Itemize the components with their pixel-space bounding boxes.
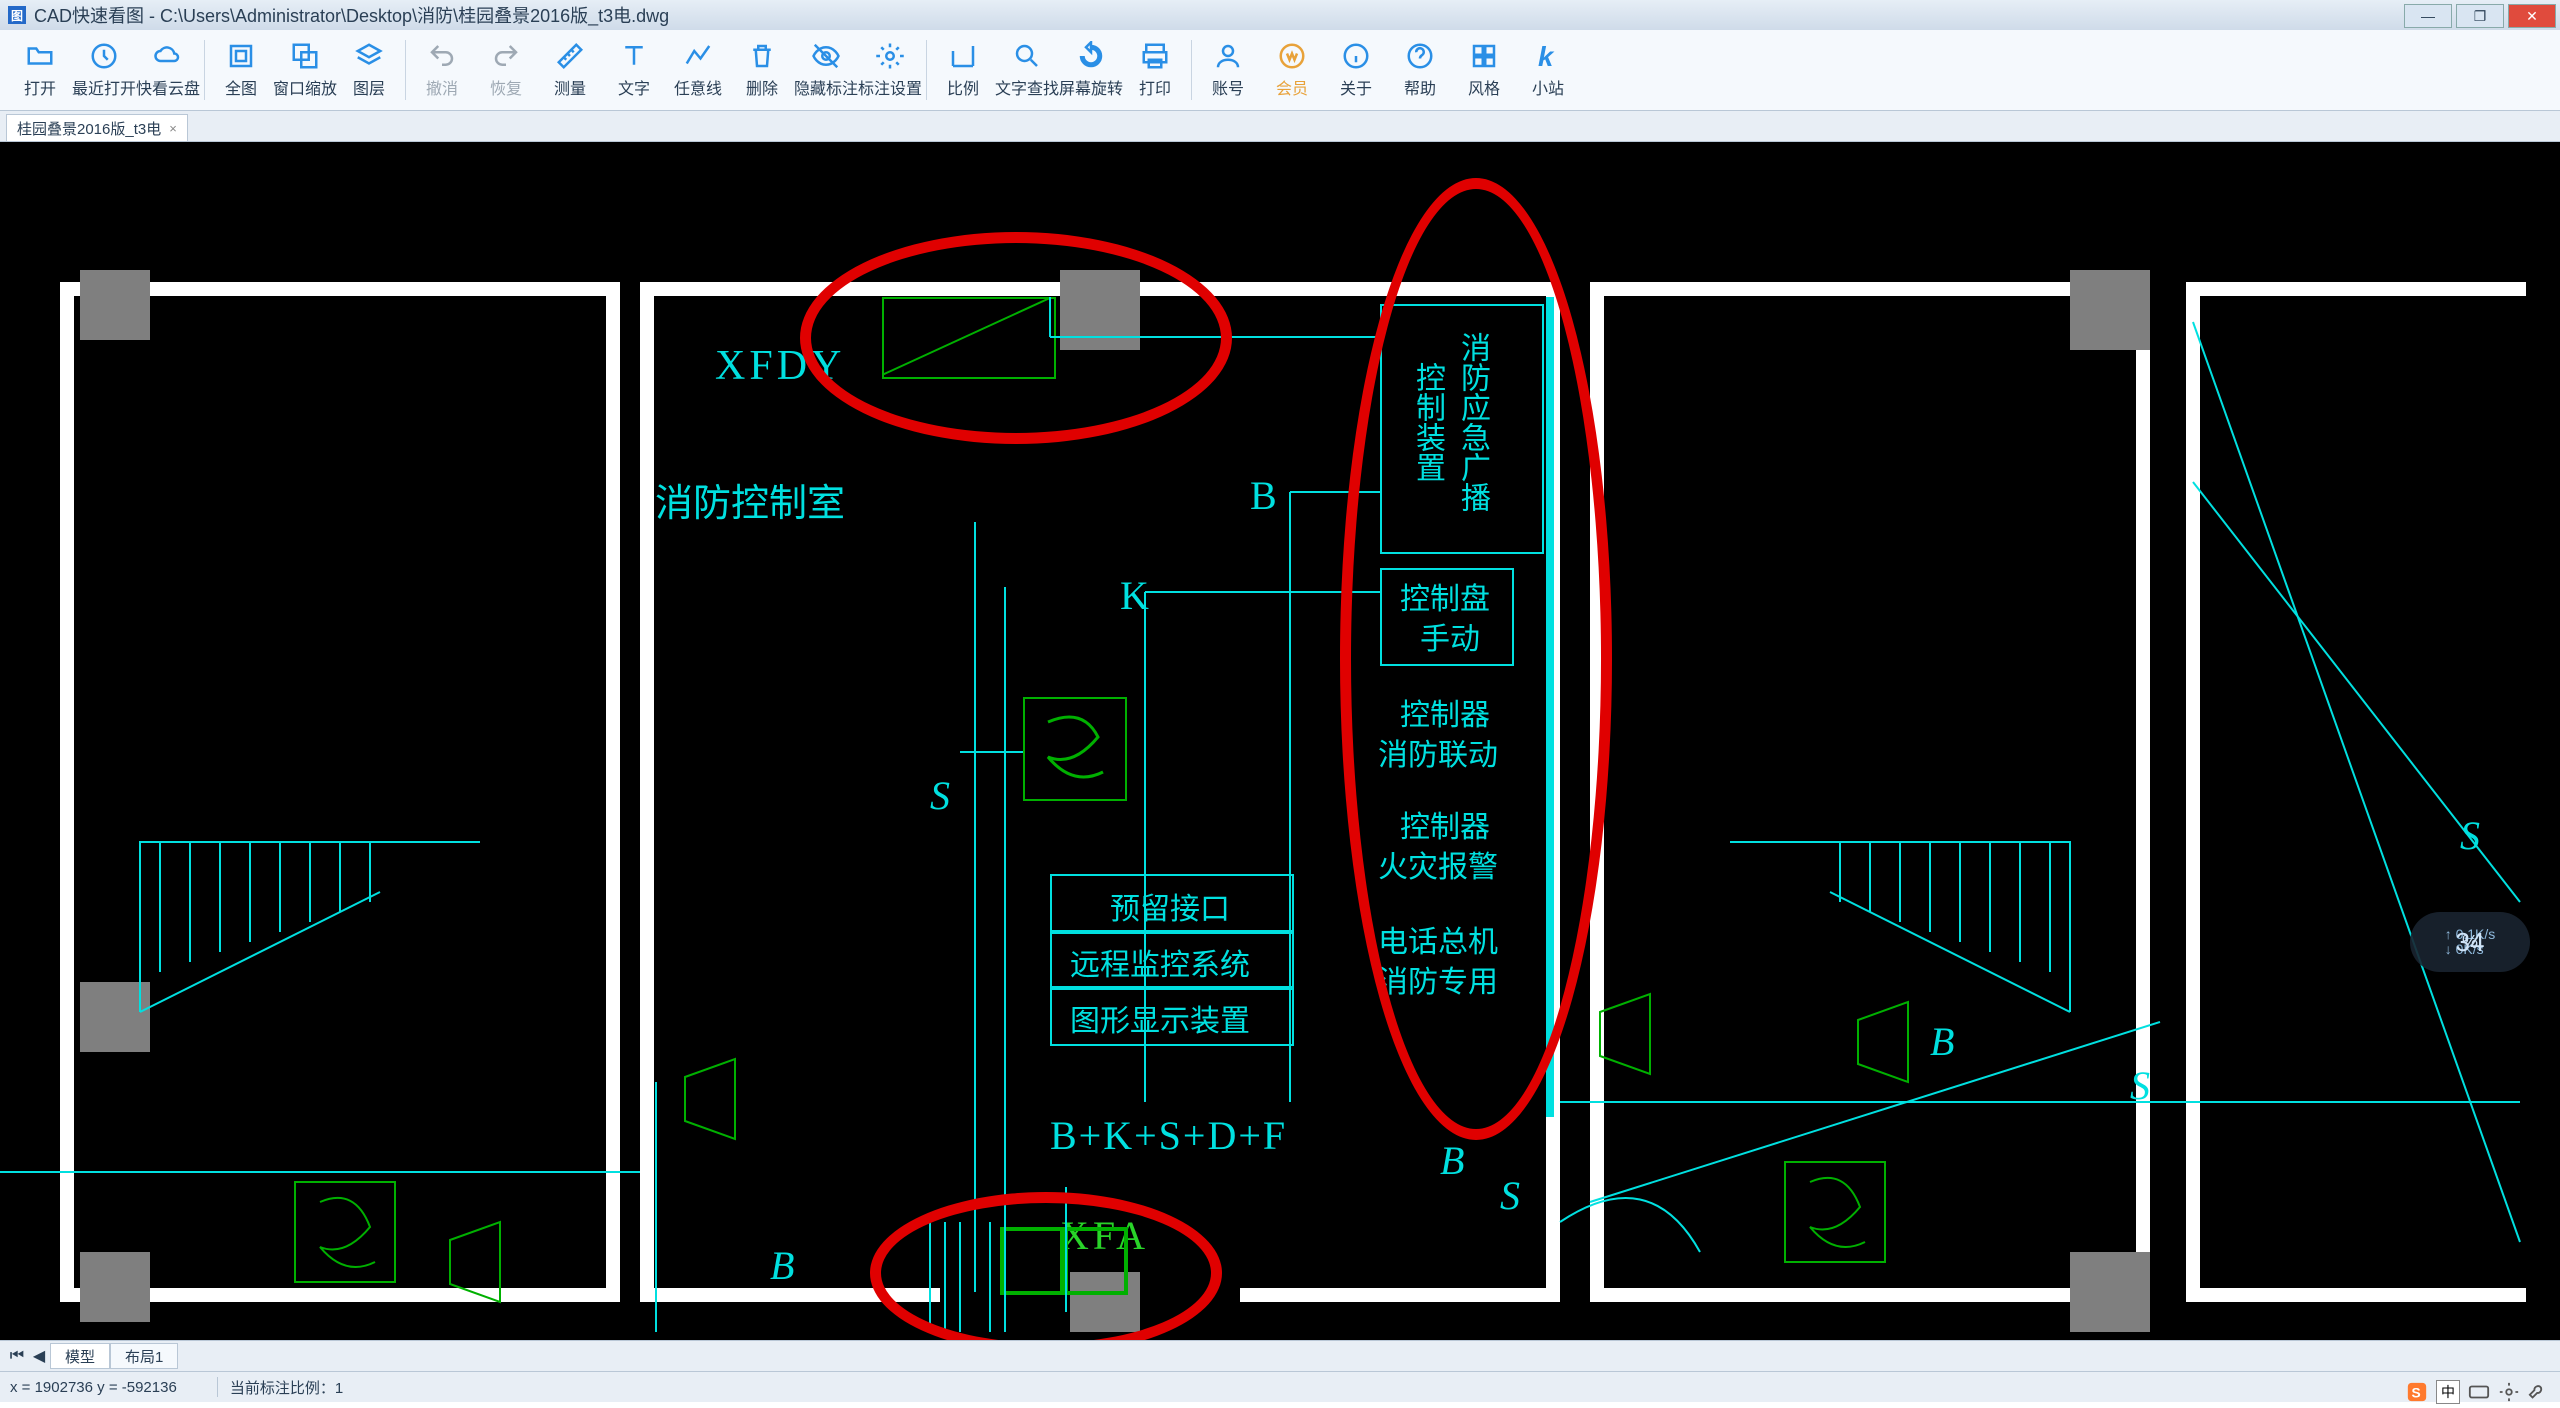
- redo-button[interactable]: 恢复: [474, 41, 538, 99]
- network-hud[interactable]: 34% ↑ 0.1K/s ↓ 0K/s: [2410, 912, 2530, 972]
- account-button[interactable]: 账号: [1196, 41, 1260, 99]
- help-button[interactable]: 帮助: [1388, 41, 1452, 99]
- find-text-button[interactable]: 文字查找: [995, 41, 1059, 99]
- rotate-button[interactable]: 屏幕旋转: [1059, 41, 1123, 99]
- app-icon: 图: [8, 6, 26, 24]
- layer-button[interactable]: 图层: [337, 41, 401, 99]
- svg-text:S: S: [2412, 1386, 2421, 1401]
- annotation-ellipse-top: [800, 232, 1232, 444]
- cloud-button[interactable]: 快看云盘: [136, 41, 200, 99]
- document-tab-strip: 桂园叠景2016版_t3电 ×: [0, 111, 2560, 142]
- s-label-right: S: [1500, 1172, 1520, 1219]
- model-tab[interactable]: 模型: [50, 1343, 110, 1369]
- title-bar: 图 CAD快速看图 - C:\Users\Administrator\Deskt…: [0, 0, 2560, 30]
- tray-ime-label[interactable]: 中: [2436, 1380, 2460, 1404]
- tray-tool-icon[interactable]: [2528, 1381, 2550, 1403]
- s-right-room: S: [2130, 1062, 2150, 1109]
- svg-text:k: k: [1538, 41, 1555, 71]
- stairs-right: [1710, 802, 2090, 1032]
- title-text: CAD快速看图 - C:\Users\Administrator\Desktop…: [34, 2, 669, 28]
- far-s-label: S: [2460, 812, 2480, 859]
- window-zoom-button[interactable]: 窗口缩放: [273, 41, 337, 99]
- document-tab-close-icon[interactable]: ×: [169, 121, 177, 136]
- kzhan-button[interactable]: k小站: [1516, 41, 1580, 99]
- hide-anno-button[interactable]: 隐藏标注: [794, 41, 858, 99]
- minimize-button[interactable]: —: [2404, 4, 2452, 28]
- anno-settings-button[interactable]: 标注设置: [858, 41, 922, 99]
- b-right-room: B: [1930, 1018, 1954, 1065]
- layout1-tab[interactable]: 布局1: [110, 1343, 178, 1369]
- system-tray: S 中: [2406, 1376, 2560, 1408]
- annotation-ellipse-right: [1340, 178, 1612, 1140]
- annotation-ellipse-bottom: [870, 1192, 1222, 1340]
- measure-button[interactable]: 测量: [538, 41, 602, 99]
- stairs-left: [120, 802, 500, 1032]
- status-scale: 当前标注比例：1: [217, 1377, 343, 1397]
- undo-button[interactable]: 撤消: [410, 41, 474, 99]
- main-toolbar: 打开 最近打开 快看云盘 全图 窗口缩放 图层 撤消 恢复 测量 文字 任意线 …: [0, 30, 2560, 111]
- tab-nav-prev[interactable]: ◀: [28, 1346, 50, 1366]
- print-button[interactable]: 打印: [1123, 41, 1187, 99]
- recent-button[interactable]: 最近打开: [72, 41, 136, 99]
- document-tab-label: 桂园叠景2016版_t3电: [17, 118, 161, 139]
- document-tab[interactable]: 桂园叠景2016版_t3电 ×: [6, 114, 188, 141]
- left-b-label: B: [770, 1242, 794, 1289]
- tab-nav-first[interactable]: ⏮: [6, 1347, 28, 1365]
- close-button[interactable]: ✕: [2508, 4, 2556, 28]
- text-button[interactable]: 文字: [602, 41, 666, 99]
- tray-sogou-icon[interactable]: S: [2406, 1381, 2428, 1403]
- conduit-lines: [0, 142, 2560, 1340]
- scale-button[interactable]: 比例: [931, 41, 995, 99]
- open-button[interactable]: 打开: [8, 41, 72, 99]
- cad-canvas[interactable]: XFDY 消防控制室 B K S 预留接口 远程监控系统 图形显示装置 控制装置…: [0, 142, 2560, 1340]
- delete-button[interactable]: 删除: [730, 41, 794, 99]
- tray-keyboard-icon[interactable]: [2468, 1381, 2490, 1403]
- maximize-button[interactable]: ❐: [2456, 4, 2504, 28]
- style-button[interactable]: 风格: [1452, 41, 1516, 99]
- about-button[interactable]: 关于: [1324, 41, 1388, 99]
- layout-tab-strip: ⏮ ◀ 模型 布局1: [0, 1340, 2560, 1371]
- polyline-button[interactable]: 任意线: [666, 41, 730, 99]
- status-coords: x = 1902736 y = -592136: [10, 1379, 177, 1396]
- status-bar: x = 1902736 y = -592136 当前标注比例：1: [0, 1371, 2560, 1402]
- tray-settings-icon[interactable]: [2498, 1381, 2520, 1403]
- vip-button[interactable]: 会员: [1260, 41, 1324, 99]
- b-label-right: B: [1440, 1137, 1464, 1184]
- full-extent-button[interactable]: 全图: [209, 41, 273, 99]
